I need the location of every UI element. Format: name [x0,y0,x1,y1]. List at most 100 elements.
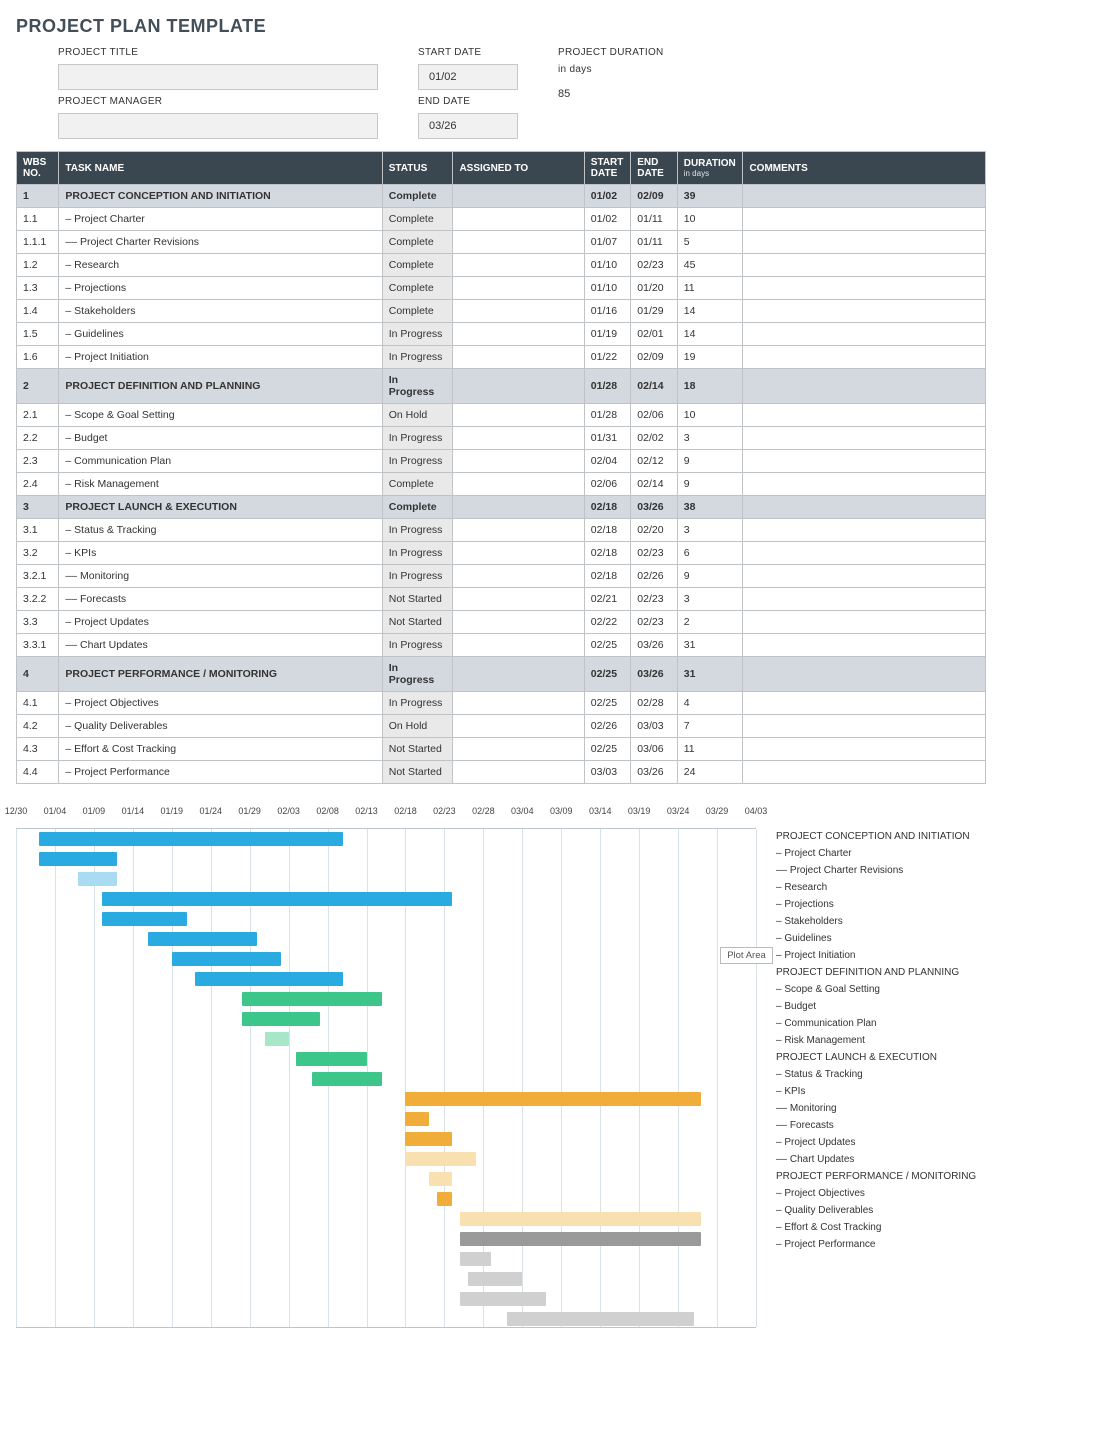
cell-assigned[interactable] [453,496,584,519]
cell-comments[interactable] [743,715,986,738]
cell-comments[interactable] [743,346,986,369]
cell-comments[interactable] [743,277,986,300]
table-row[interactable]: 4.1– Project ObjectivesIn Progress02/250… [17,692,986,715]
table-row[interactable]: 1.2– ResearchComplete01/1002/2345 [17,254,986,277]
table-row[interactable]: 3.2.2–– ForecastsNot Started02/2102/233 [17,588,986,611]
cell-status[interactable]: In Progress [382,519,453,542]
gantt-bar[interactable] [460,1232,701,1246]
cell-assigned[interactable] [453,738,584,761]
gantt-bar[interactable] [405,1152,475,1166]
table-row[interactable]: 3.3– Project UpdatesNot Started02/2202/2… [17,611,986,634]
cell-comments[interactable] [743,208,986,231]
cell-comments[interactable] [743,231,986,254]
cell-assigned[interactable] [453,611,584,634]
gantt-bar[interactable] [39,852,117,866]
cell-comments[interactable] [743,519,986,542]
cell-status[interactable]: In Progress [382,323,453,346]
gantt-bar[interactable] [296,1052,366,1066]
gantt-bar[interactable] [460,1252,491,1266]
table-row[interactable]: 3.2– KPIsIn Progress02/1802/236 [17,542,986,565]
gantt-bar[interactable] [405,1132,452,1146]
cell-status[interactable]: Complete [382,208,453,231]
cell-assigned[interactable] [453,715,584,738]
cell-status[interactable]: Complete [382,300,453,323]
gantt-bar[interactable] [460,1212,701,1226]
table-row[interactable]: 2PROJECT DEFINITION AND PLANNINGIn Progr… [17,369,986,404]
cell-comments[interactable] [743,404,986,427]
gantt-bar[interactable] [265,1032,288,1046]
table-row[interactable]: 3.3.1–– Chart UpdatesIn Progress02/2503/… [17,634,986,657]
table-row[interactable]: 3PROJECT LAUNCH & EXECUTIONComplete02/18… [17,496,986,519]
gantt-bar[interactable] [78,872,117,886]
cell-assigned[interactable] [453,231,584,254]
cell-status[interactable]: In Progress [382,634,453,657]
cell-comments[interactable] [743,738,986,761]
table-row[interactable]: 1.1– Project CharterComplete01/0201/1110 [17,208,986,231]
gantt-bar[interactable] [405,1092,701,1106]
gantt-bar[interactable] [172,952,281,966]
cell-assigned[interactable] [453,565,584,588]
gantt-bar[interactable] [507,1312,694,1326]
table-row[interactable]: 2.2– BudgetIn Progress01/3102/023 [17,427,986,450]
cell-comments[interactable] [743,634,986,657]
cell-comments[interactable] [743,657,986,692]
gantt-bar[interactable] [242,992,382,1006]
cell-assigned[interactable] [453,542,584,565]
cell-status[interactable]: Not Started [382,738,453,761]
table-row[interactable]: 1PROJECT CONCEPTION AND INITIATIONComple… [17,185,986,208]
cell-status[interactable]: In Progress [382,692,453,715]
table-row[interactable]: 3.1– Status & TrackingIn Progress02/1802… [17,519,986,542]
table-row[interactable]: 1.3– ProjectionsComplete01/1001/2011 [17,277,986,300]
cell-assigned[interactable] [453,185,584,208]
cell-comments[interactable] [743,369,986,404]
cell-status[interactable]: In Progress [382,369,453,404]
gantt-bar[interactable] [148,932,257,946]
cell-assigned[interactable] [453,761,584,784]
cell-assigned[interactable] [453,208,584,231]
project-manager-input[interactable] [58,113,378,139]
table-row[interactable]: 1.1.1–– Project Charter RevisionsComplet… [17,231,986,254]
table-row[interactable]: 2.1– Scope & Goal SettingOn Hold01/2802/… [17,404,986,427]
cell-assigned[interactable] [453,323,584,346]
gantt-bar[interactable] [460,1292,546,1306]
cell-assigned[interactable] [453,692,584,715]
cell-status[interactable]: In Progress [382,346,453,369]
cell-comments[interactable] [743,450,986,473]
cell-assigned[interactable] [453,519,584,542]
cell-status[interactable]: Complete [382,254,453,277]
cell-assigned[interactable] [453,634,584,657]
cell-status[interactable]: Complete [382,496,453,519]
cell-comments[interactable] [743,692,986,715]
cell-status[interactable]: Not Started [382,761,453,784]
cell-comments[interactable] [743,565,986,588]
cell-assigned[interactable] [453,404,584,427]
cell-comments[interactable] [743,611,986,634]
table-row[interactable]: 2.3– Communication PlanIn Progress02/040… [17,450,986,473]
gantt-bar[interactable] [468,1272,523,1286]
cell-status[interactable]: Not Started [382,611,453,634]
table-row[interactable]: 4PROJECT PERFORMANCE / MONITORINGIn Prog… [17,657,986,692]
table-row[interactable]: 1.6– Project InitiationIn Progress01/220… [17,346,986,369]
cell-comments[interactable] [743,588,986,611]
cell-comments[interactable] [743,542,986,565]
start-date-input[interactable]: 01/02 [418,64,518,90]
cell-assigned[interactable] [453,657,584,692]
gantt-bar[interactable] [102,892,453,906]
table-row[interactable]: 4.2– Quality DeliverablesOn Hold02/2603/… [17,715,986,738]
gantt-bar[interactable] [405,1112,428,1126]
cell-assigned[interactable] [453,346,584,369]
cell-assigned[interactable] [453,427,584,450]
cell-comments[interactable] [743,254,986,277]
table-row[interactable]: 4.4– Project PerformanceNot Started03/03… [17,761,986,784]
cell-assigned[interactable] [453,254,584,277]
gantt-bar[interactable] [429,1172,452,1186]
gantt-bar[interactable] [102,912,188,926]
table-row[interactable]: 3.2.1–– MonitoringIn Progress02/1802/269 [17,565,986,588]
cell-assigned[interactable] [453,473,584,496]
cell-assigned[interactable] [453,369,584,404]
cell-status[interactable]: In Progress [382,427,453,450]
cell-status[interactable]: In Progress [382,450,453,473]
cell-status[interactable]: In Progress [382,542,453,565]
cell-status[interactable]: Complete [382,277,453,300]
end-date-input[interactable]: 03/26 [418,113,518,139]
